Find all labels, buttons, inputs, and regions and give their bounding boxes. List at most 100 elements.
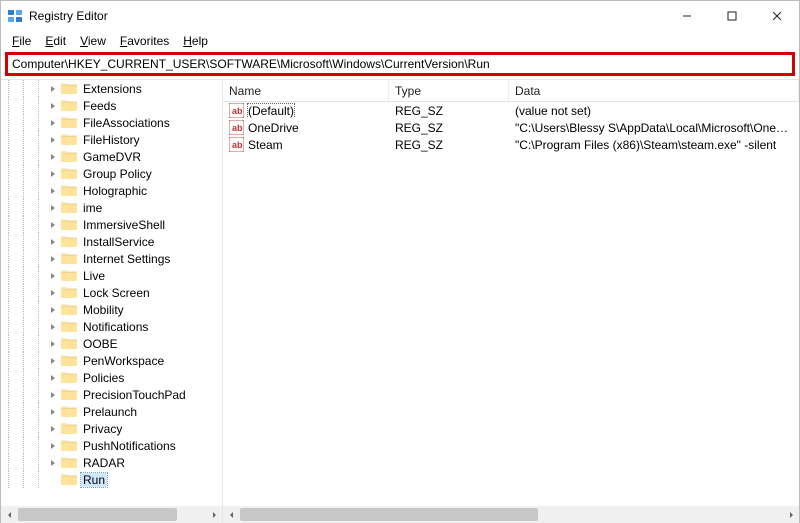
- tree-item[interactable]: ImmersiveShell: [1, 216, 222, 233]
- tree-item-label: Run: [83, 473, 105, 487]
- tree-guide: [1, 369, 16, 386]
- tree-item[interactable]: Policies: [1, 369, 222, 386]
- maximize-button[interactable]: [709, 1, 754, 31]
- value-name: (Default): [248, 104, 294, 118]
- chevron-right-icon[interactable]: [46, 201, 60, 215]
- menu-favorites[interactable]: Favorites: [113, 33, 176, 49]
- scroll-right-button[interactable]: [205, 506, 222, 523]
- tree-item-label: Lock Screen: [83, 286, 150, 300]
- scroll-left-button[interactable]: [1, 506, 18, 523]
- tree-item[interactable]: Run: [1, 471, 222, 488]
- tree-item[interactable]: FileAssociations: [1, 114, 222, 131]
- tree-item[interactable]: OOBE: [1, 335, 222, 352]
- menu-file[interactable]: File: [5, 33, 38, 49]
- folder-icon: [61, 286, 77, 299]
- tree-guide: [1, 233, 16, 250]
- scroll-right-button[interactable]: [782, 506, 799, 523]
- tree-guide: [31, 403, 46, 420]
- chevron-right-icon[interactable]: [46, 99, 60, 113]
- address-bar[interactable]: Computer\HKEY_CURRENT_USER\SOFTWARE\Micr…: [5, 52, 795, 76]
- column-header-data[interactable]: Data: [509, 80, 799, 101]
- chevron-right-icon[interactable]: [46, 320, 60, 334]
- tree-horizontal-scrollbar[interactable]: [1, 506, 222, 523]
- tree-item[interactable]: Internet Settings: [1, 250, 222, 267]
- chevron-right-icon[interactable]: [46, 269, 60, 283]
- chevron-right-icon[interactable]: [46, 218, 60, 232]
- chevron-right-icon[interactable]: [46, 133, 60, 147]
- list-row[interactable]: SteamREG_SZ"C:\Program Files (x86)\Steam…: [223, 136, 799, 153]
- tree-guide: [31, 250, 46, 267]
- tree-guide: [31, 369, 46, 386]
- scroll-left-button[interactable]: [223, 506, 240, 523]
- chevron-right-icon[interactable]: [46, 184, 60, 198]
- chevron-right-icon[interactable]: [46, 354, 60, 368]
- tree-item-label: FileHistory: [83, 133, 140, 147]
- chevron-right-icon[interactable]: [46, 82, 60, 96]
- chevron-right-icon[interactable]: [46, 116, 60, 130]
- tree-item[interactable]: Group Policy: [1, 165, 222, 182]
- chevron-right-icon[interactable]: [46, 150, 60, 164]
- chevron-right-icon[interactable]: [46, 337, 60, 351]
- tree-item[interactable]: Privacy: [1, 420, 222, 437]
- chevron-right-icon[interactable]: [46, 303, 60, 317]
- tree-item-label: PushNotifications: [83, 439, 176, 453]
- tree-item[interactable]: InstallService: [1, 233, 222, 250]
- tree[interactable]: ExtensionsFeeds FileAssociations FileHisto…: [1, 80, 222, 506]
- tree-item-label: PenWorkspace: [83, 354, 164, 368]
- tree-guide: [16, 318, 31, 335]
- tree-item[interactable]: Holographic: [1, 182, 222, 199]
- tree-guide: [1, 199, 16, 216]
- list-row[interactable]: OneDriveREG_SZ"C:\Users\Blessy S\AppData…: [223, 119, 799, 136]
- scroll-thumb[interactable]: [240, 508, 538, 521]
- tree-item[interactable]: Extensions: [1, 80, 222, 97]
- tree-item[interactable]: PushNotifications: [1, 437, 222, 454]
- list-row[interactable]: (Default)REG_SZ(value not set): [223, 102, 799, 119]
- menu-view[interactable]: View: [73, 33, 113, 49]
- chevron-right-icon[interactable]: [46, 405, 60, 419]
- chevron-right-icon[interactable]: [46, 235, 60, 249]
- chevron-right-icon[interactable]: [46, 422, 60, 436]
- tree-item[interactable]: PenWorkspace: [1, 352, 222, 369]
- chevron-right-icon[interactable]: [46, 252, 60, 266]
- tree-item[interactable]: Live: [1, 267, 222, 284]
- minimize-button[interactable]: [664, 1, 709, 31]
- column-header-type[interactable]: Type: [389, 80, 509, 101]
- tree-guide: [31, 335, 46, 352]
- tree-item[interactable]: FileHistory: [1, 131, 222, 148]
- scroll-track[interactable]: [18, 506, 205, 523]
- chevron-right-icon[interactable]: [46, 286, 60, 300]
- tree-item[interactable]: GameDVR: [1, 148, 222, 165]
- tree-guide: [31, 471, 46, 488]
- folder-icon: [61, 473, 77, 486]
- tree-item[interactable]: Prelaunch: [1, 403, 222, 420]
- tree-guide: [16, 131, 31, 148]
- tree-item[interactable]: RADAR: [1, 454, 222, 471]
- cell-data: "C:\Program Files (x86)\Steam\steam.exe"…: [509, 138, 799, 152]
- tree-item[interactable]: PrecisionTouchPad: [1, 386, 222, 403]
- tree-item[interactable]: Notifications: [1, 318, 222, 335]
- folder-icon: [61, 371, 77, 384]
- chevron-right-icon[interactable]: [46, 388, 60, 402]
- chevron-right-icon[interactable]: [46, 439, 60, 453]
- list-horizontal-scrollbar[interactable]: [223, 506, 799, 523]
- tree-item-label: FileAssociations: [83, 116, 170, 130]
- column-header-name[interactable]: Name: [223, 80, 389, 101]
- tree-item-label: Extensions: [83, 82, 142, 96]
- close-button[interactable]: [754, 1, 799, 31]
- tree-item[interactable]: Feeds: [1, 97, 222, 114]
- scroll-track[interactable]: [240, 506, 782, 523]
- menu-help[interactable]: Help: [176, 33, 215, 49]
- scroll-thumb[interactable]: [18, 508, 177, 521]
- tree-guide: [16, 233, 31, 250]
- tree-guide: [16, 216, 31, 233]
- tree-item[interactable]: Lock Screen: [1, 284, 222, 301]
- folder-icon: [61, 388, 77, 401]
- chevron-right-icon[interactable]: [46, 167, 60, 181]
- chevron-right-icon[interactable]: [46, 371, 60, 385]
- menu-edit[interactable]: Edit: [38, 33, 73, 49]
- list-body[interactable]: (Default)REG_SZ(value not set)OneDriveRE…: [223, 102, 799, 153]
- chevron-right-icon[interactable]: [46, 456, 60, 470]
- tree-item[interactable]: Mobility: [1, 301, 222, 318]
- tree-guide: [31, 131, 46, 148]
- tree-item[interactable]: ime: [1, 199, 222, 216]
